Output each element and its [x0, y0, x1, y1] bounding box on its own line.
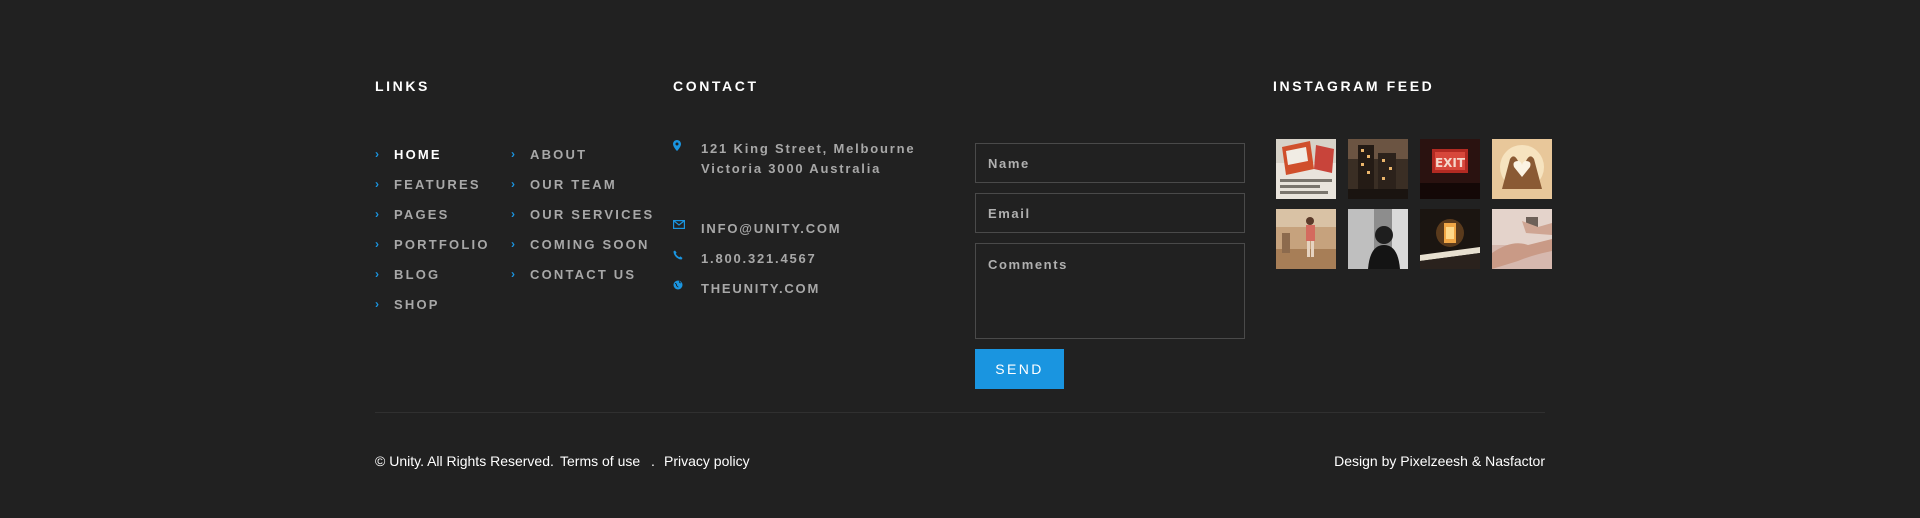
instagram-thumb-exit-sign[interactable]: EXIT: [1420, 139, 1480, 199]
footer-link-contact-us[interactable]: › CONTACT US: [511, 259, 654, 289]
instagram-thumb-hands-watch[interactable]: [1492, 209, 1552, 269]
chevron-right-icon: ›: [375, 207, 382, 221]
send-button[interactable]: SEND: [975, 349, 1064, 389]
instagram-thumb-city[interactable]: [1348, 139, 1408, 199]
instagram-heading: INSTAGRAM FEED: [1273, 78, 1435, 94]
design-credits: Design by Pixelzeesh & Nasfactor: [1334, 453, 1545, 469]
contact-email[interactable]: INFO@UNITY.COM: [673, 219, 841, 239]
envelope-icon: [673, 219, 701, 232]
chevron-right-icon: ›: [511, 237, 518, 251]
instagram-thumb-bw-man[interactable]: [1348, 209, 1408, 269]
email-field[interactable]: [975, 193, 1245, 233]
chevron-right-icon: ›: [375, 297, 382, 311]
contact-website[interactable]: THEUNITY.COM: [673, 279, 820, 299]
footer-link-features[interactable]: › FEATURES: [375, 169, 490, 199]
chevron-right-icon: ›: [375, 267, 382, 281]
globe-icon: [673, 279, 701, 293]
chevron-right-icon: ›: [375, 237, 382, 251]
terms-of-use-link[interactable]: Terms of use: [560, 453, 640, 469]
footer-link-home[interactable]: › HOME: [375, 139, 490, 169]
links-column-2: › ABOUT › OUR TEAM › OUR SERVICES › COMING S…: [511, 139, 654, 289]
phone-icon: [673, 249, 701, 263]
footer-divider: [375, 412, 1545, 413]
footer-link-pages[interactable]: › PAGES: [375, 199, 490, 229]
address-line-1: 121 King Street, Melbourne: [701, 141, 916, 156]
footer-link-shop[interactable]: › SHOP: [375, 289, 490, 319]
footer-link-portfolio[interactable]: › PORTFOLIO: [375, 229, 490, 259]
links-heading: LINKS: [375, 78, 430, 94]
address-line-2: Victoria 3000 Australia: [701, 161, 882, 176]
footer-link-about[interactable]: › ABOUT: [511, 139, 654, 169]
footer-separator: .: [651, 453, 655, 469]
instagram-thumb-heart-hands[interactable]: [1492, 139, 1552, 199]
footer-link-blog[interactable]: › BLOG: [375, 259, 490, 289]
links-column-1: › HOME › FEATURES › PAGES › PORTFOLIO › BLOG …: [375, 139, 490, 319]
chevron-right-icon: ›: [511, 207, 518, 221]
svg-text:EXIT: EXIT: [1435, 156, 1466, 170]
name-field[interactable]: [975, 143, 1245, 183]
privacy-policy-link[interactable]: Privacy policy: [664, 453, 750, 469]
chevron-right-icon: ›: [375, 177, 382, 191]
contact-phone: 1.800.321.4567: [673, 249, 817, 269]
contact-heading: CONTACT: [673, 78, 759, 94]
chevron-right-icon: ›: [375, 147, 382, 161]
footer-link-coming-soon[interactable]: › COMING SOON: [511, 229, 654, 259]
website-link[interactable]: THEUNITY.COM: [701, 279, 820, 299]
chevron-right-icon: ›: [511, 267, 518, 281]
instagram-thumb-lantern[interactable]: [1420, 209, 1480, 269]
comments-field[interactable]: [975, 243, 1245, 339]
contact-address: 121 King Street, Melbourne Victoria 3000…: [673, 139, 915, 179]
chevron-right-icon: ›: [511, 147, 518, 161]
footer-link-our-team[interactable]: › OUR TEAM: [511, 169, 654, 199]
map-marker-icon: [673, 139, 701, 154]
phone-number: 1.800.321.4567: [701, 251, 817, 266]
footer-link-our-services[interactable]: › OUR SERVICES: [511, 199, 654, 229]
instagram-thumb-newspapers[interactable]: [1276, 139, 1336, 199]
instagram-thumb-person[interactable]: [1276, 209, 1336, 269]
copyright-text: © Unity. All Rights Reserved.: [375, 453, 554, 469]
email-link[interactable]: INFO@UNITY.COM: [701, 219, 841, 239]
chevron-right-icon: ›: [511, 177, 518, 191]
